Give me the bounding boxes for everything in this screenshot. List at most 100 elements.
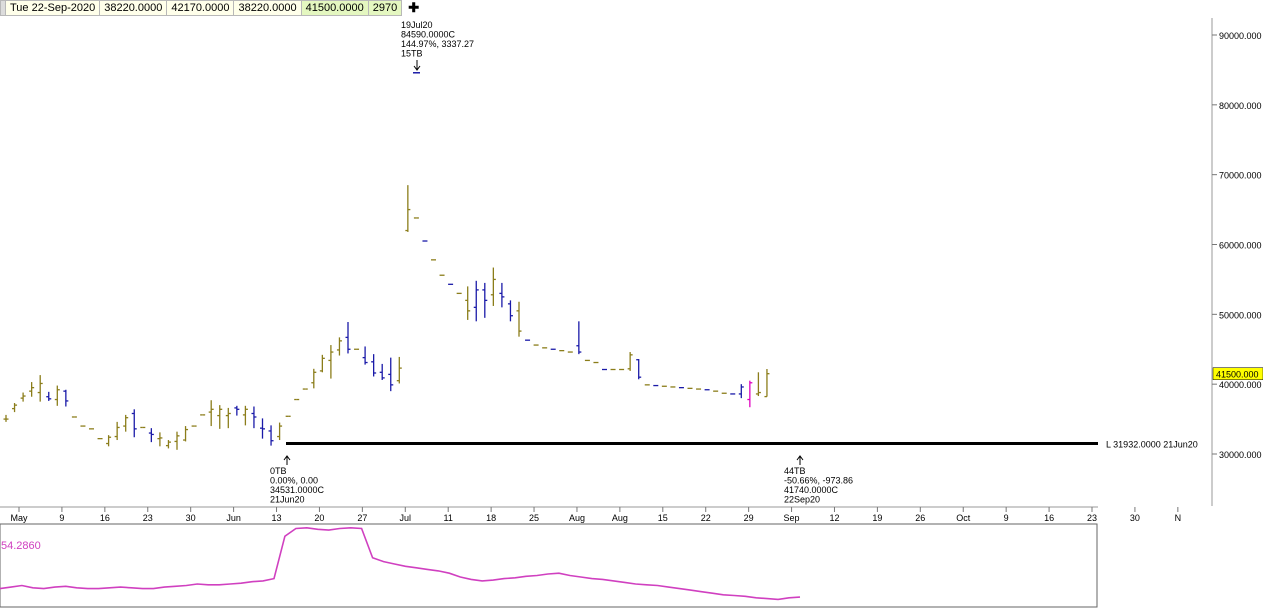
annotation-text: 21Jun20 [270,495,305,505]
ohlc-bar [482,282,488,318]
ohlc-bar [379,363,385,380]
ohlc-bar [362,346,368,365]
ohlc-bar [516,301,522,337]
ohlc-bar [63,389,69,407]
y-tick-label: 60000.000 [1219,241,1262,251]
x-tick-label: 23 [1087,513,1097,523]
ohlc-bar [627,352,633,371]
annotation-text: 15TB [401,49,423,59]
ohlc-bar [123,414,129,432]
x-tick-label: 26 [915,513,925,523]
indicator-line [0,526,801,601]
ohlc-bar [473,280,479,322]
ohlc-bar [747,380,753,408]
x-tick-label: 30 [186,513,196,523]
x-tick-label: Aug [612,513,628,523]
annotation-text: 44TB [784,466,806,476]
ohlc-bar [54,385,60,406]
annotation-text: 41740.0000C [784,485,839,495]
ohlc-bar [738,384,744,399]
ohlc-bar [311,368,317,389]
annotation-text: 0.00%, 0.00 [270,476,318,486]
last-price-marker: 41500.000 [1212,367,1263,380]
x-tick-label: 18 [486,513,496,523]
ohlc-bar [174,431,180,450]
x-tick-label: 29 [744,513,754,523]
support-line-label: L 31932.0000 21Jun20 [1106,440,1198,450]
x-tick-label: 23 [143,513,153,523]
ohlc-bar [764,369,770,398]
ohlc-bar [371,354,377,377]
ohlc-bar [636,359,642,380]
ohlc-bar [131,409,137,438]
x-tick-label: Aug [569,513,585,523]
x-tick-label: Sep [784,513,800,523]
x-tick-label: Jul [400,513,412,523]
annotation-last: 44TB-50.66%, -973.8641740.0000C22Sep20 [784,455,853,505]
ohlc-bar [165,440,171,449]
ohlc-bar [319,354,325,373]
annotation-text: 34531.0000C [270,485,325,495]
x-tick-label: 19 [872,513,882,523]
x-tick-label: 11 [444,513,453,523]
ohlc-bar [336,337,342,356]
ohlc-bar [388,357,394,392]
ohlc-bar [183,426,189,442]
price-chart[interactable]: 90000.000 80000.000 70000.000 60000.000 5000… [0,0,1263,609]
ohlc-bar [396,356,402,384]
annotation-text: 0TB [270,466,287,476]
ohlc-bar [3,414,9,422]
ohlc-bar [499,282,505,308]
x-tick-label: Jun [226,513,241,523]
ohlc-bar [277,422,283,441]
x-tick-label: 25 [529,513,539,523]
annotation-text: 19Jul20 [401,20,433,30]
y-tick-label: 40000.000 [1219,380,1262,390]
ohlc-bar [507,300,513,322]
x-tick-label: 20 [314,513,324,523]
x-tick-label: 16 [1044,513,1054,523]
ohlc-bar [225,407,231,429]
ohlc-bar [260,418,265,439]
ohlc-bar [20,392,26,402]
ohlc-bar [46,391,52,401]
x-tick-label: 16 [100,513,110,523]
y-tick-label: 30000.000 [1219,450,1262,460]
ohlc-bar [345,322,351,354]
annotation-text: 84590.0000C [401,30,456,40]
last-price-label: 41500.000 [1216,370,1259,380]
annotation-text: 144.97%, 3337.27 [401,39,474,49]
x-tick-label: 15 [658,513,668,523]
ohlc-bar [12,403,18,413]
ohlc-bar [251,406,257,429]
ohlc-bar [268,425,274,446]
y-tick-label: 80000.000 [1219,101,1262,111]
ohlc-bar [29,382,35,397]
ohlc-bar [328,345,334,379]
x-tick-label: N [1175,513,1182,523]
ohlc-bar [755,372,761,397]
x-tick-label: 9 [1004,513,1009,523]
ohlc-bar [37,375,43,402]
x-tick-label: 30 [1130,513,1140,523]
x-tick-label: 12 [829,513,839,523]
x-tick-label: 9 [59,513,64,523]
ohlc-bar [576,321,582,355]
y-tick-label: 50000.000 [1219,310,1262,320]
indicator-value-label: 54.2860 [1,540,41,552]
annotation-text: 22Sep20 [784,495,820,505]
y-tick-label: 90000.000 [1219,31,1262,41]
indicator-pane[interactable] [0,523,1098,608]
ohlc-bar [106,435,112,447]
y-tick-label: 70000.000 [1219,171,1262,181]
annotation-text: -50.66%, -973.86 [784,476,853,486]
ohlc-bar [234,405,240,416]
ohlc-bar [490,267,496,306]
ohlc-bar [465,286,471,320]
ohlc-bar [405,185,411,232]
x-tick-label: 22 [701,513,711,523]
annotation-peak: 19Jul2084590.0000C144.97%, 3337.2715TB [401,20,474,71]
annotation-low: 0TB0.00%, 0.0034531.0000C21Jun20 [270,455,325,505]
ohlc-bar [217,405,223,429]
ohlc-bar [157,432,163,447]
